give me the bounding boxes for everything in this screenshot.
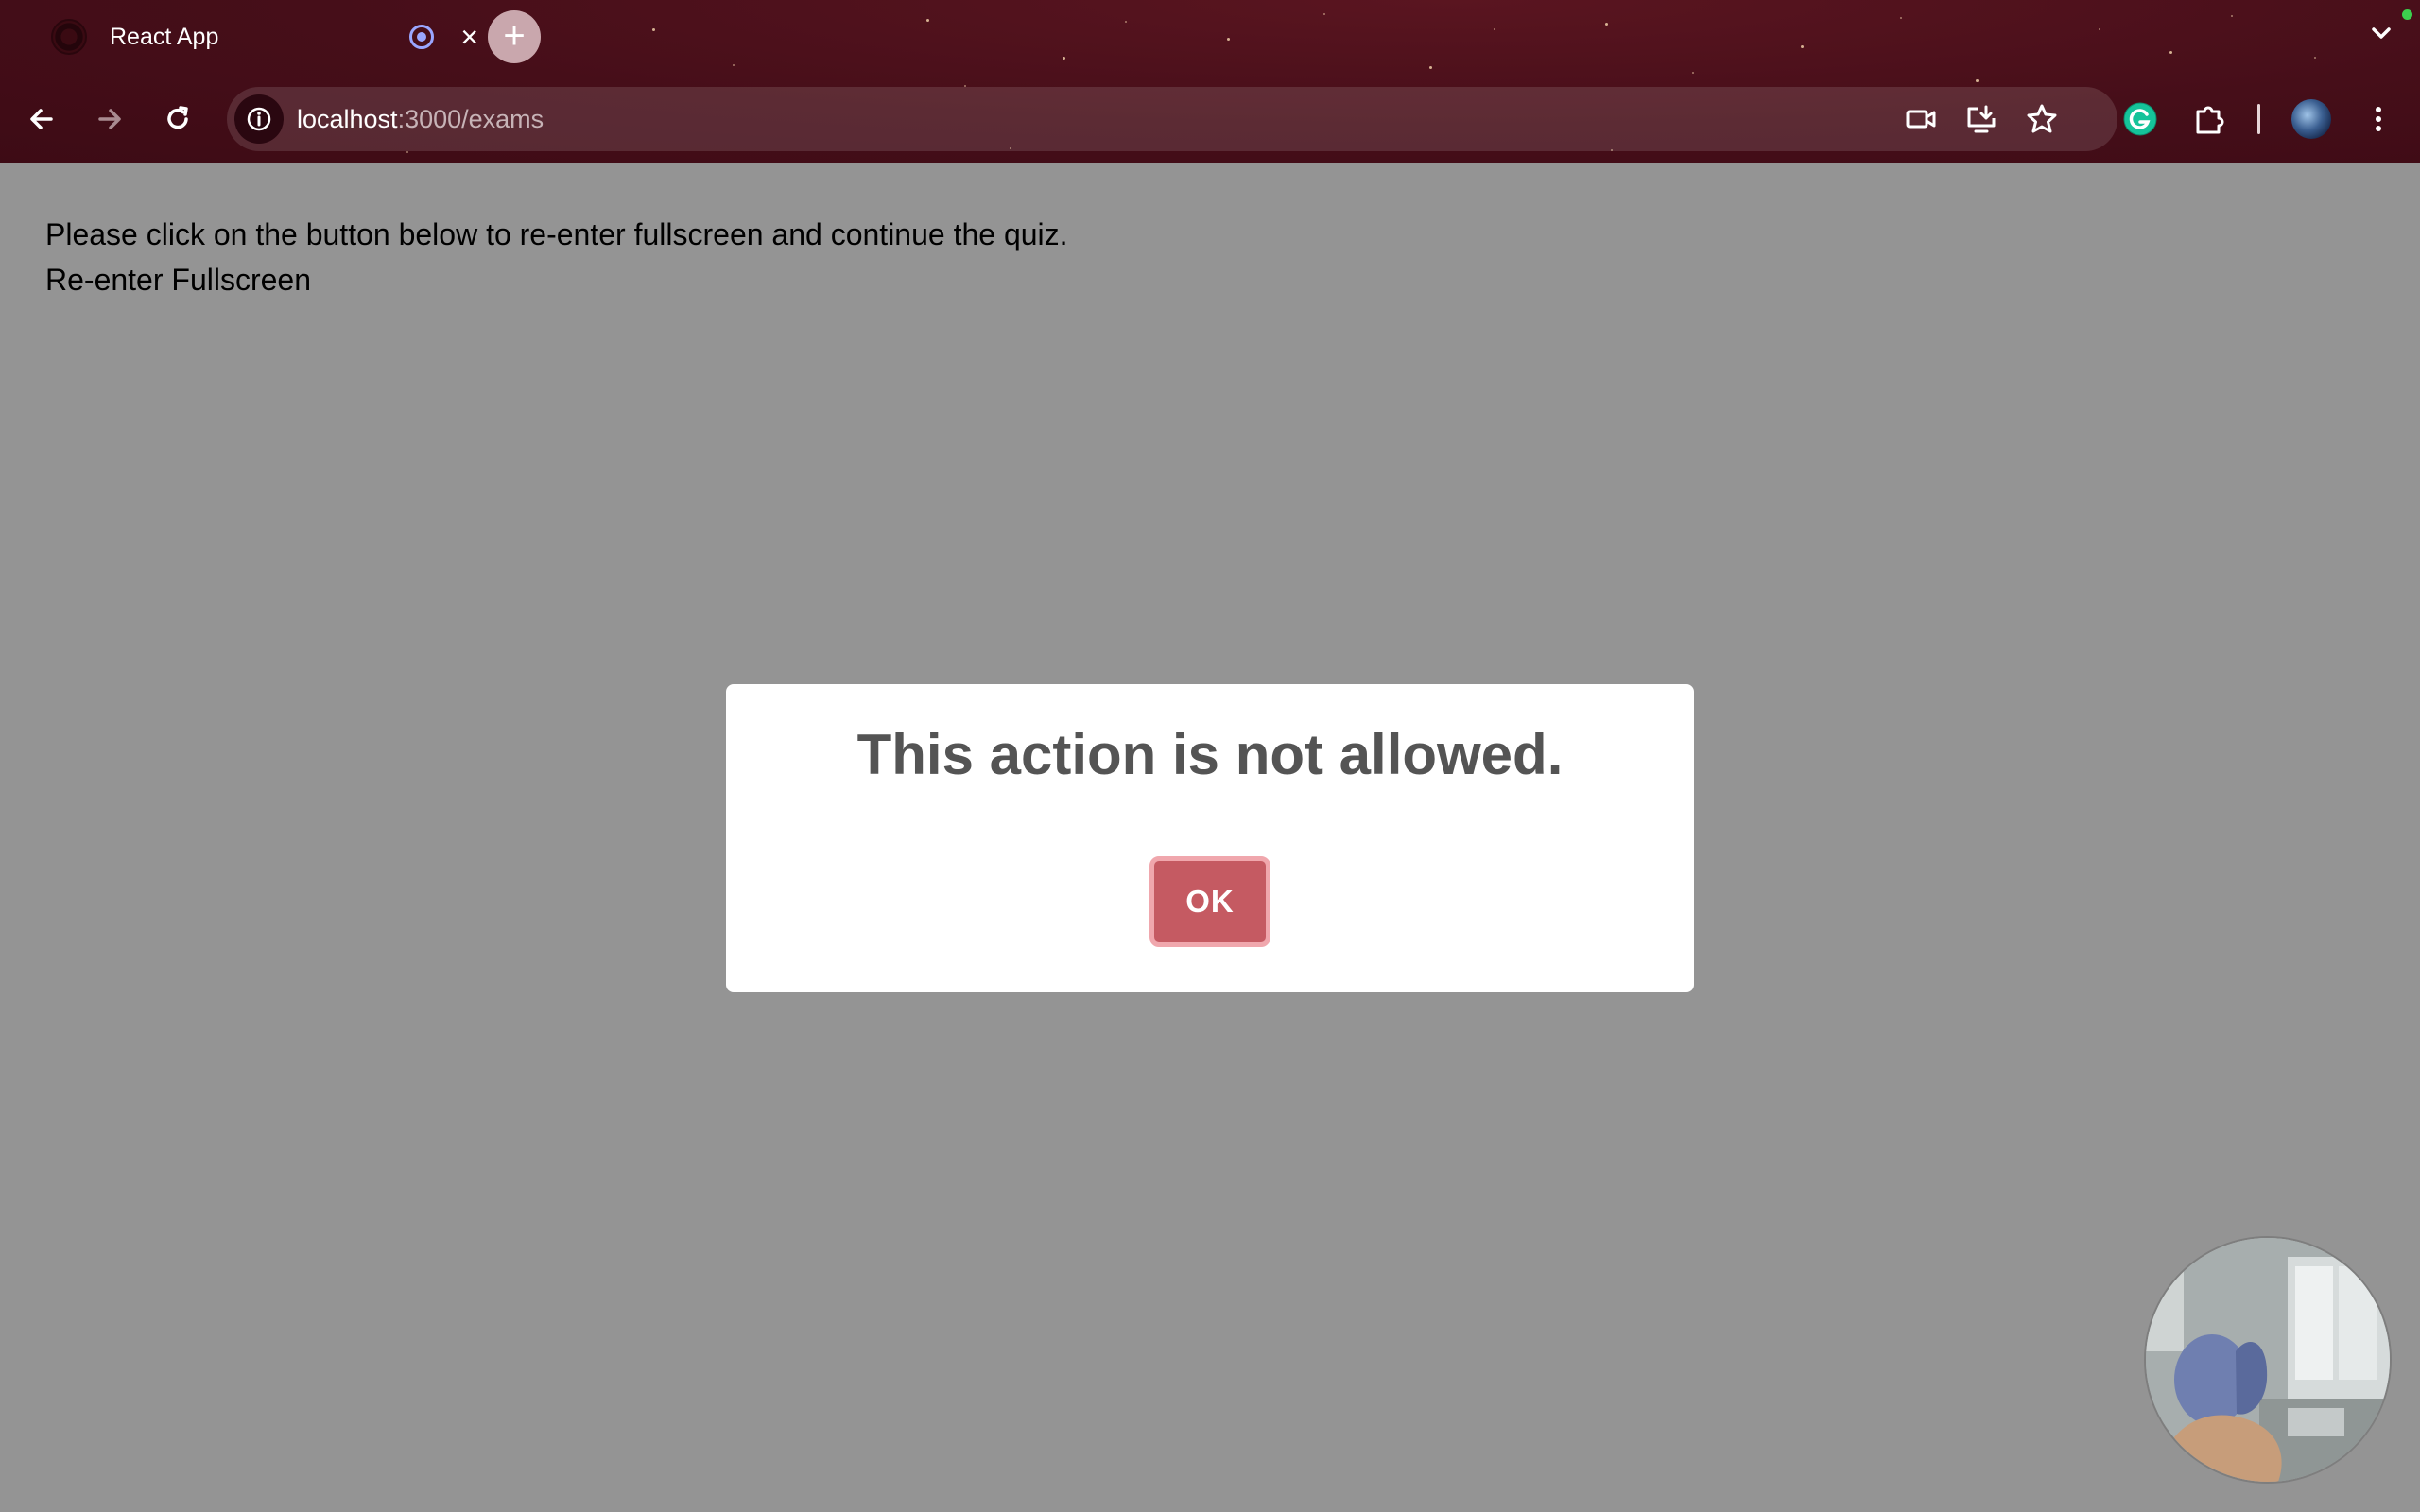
media-playing-icon[interactable]	[409, 25, 435, 49]
ok-button[interactable]: OK	[1150, 856, 1270, 947]
new-tab-button[interactable]: +	[488, 10, 541, 63]
profile-avatar[interactable]	[2291, 99, 2331, 139]
back-button[interactable]	[21, 98, 62, 140]
forward-button[interactable]	[89, 98, 130, 140]
site-info-icon[interactable]	[234, 94, 284, 144]
toolbar-separator	[2257, 104, 2260, 134]
webcam-preview[interactable]	[2146, 1238, 2390, 1482]
reload-icon	[167, 106, 188, 129]
address-bar[interactable]: localhost:3000/exams	[227, 87, 2118, 151]
install-app-icon[interactable]	[1964, 102, 1998, 136]
tab-title: React App	[110, 23, 219, 50]
browser-tab[interactable]: React App ×	[34, 8, 478, 66]
alert-dialog: This action is not allowed. OK	[726, 684, 1694, 992]
tab-close-button[interactable]: ×	[460, 22, 478, 52]
dialog-title: This action is not allowed.	[856, 723, 1564, 786]
browser-chrome: React App × + localhost:3000/exams	[0, 0, 2420, 163]
url-host: localhost	[297, 105, 398, 133]
url-path: :3000/exams	[397, 105, 544, 133]
recording-indicator-icon	[2402, 9, 2412, 20]
back-arrow-icon	[30, 109, 53, 129]
react-favicon-icon	[51, 19, 87, 55]
url-text[interactable]: localhost:3000/exams	[297, 87, 544, 151]
extensions-puzzle-icon[interactable]	[2186, 96, 2231, 142]
grammarly-icon[interactable]	[2118, 96, 2163, 142]
kebab-menu-icon[interactable]	[2358, 98, 2399, 140]
tab-list-chevron-icon[interactable]	[2367, 19, 2395, 47]
bookmark-star-icon[interactable]	[2025, 102, 2059, 136]
forward-arrow-icon	[98, 109, 121, 129]
camera-icon[interactable]	[1904, 102, 1938, 136]
reload-button[interactable]	[157, 98, 199, 140]
